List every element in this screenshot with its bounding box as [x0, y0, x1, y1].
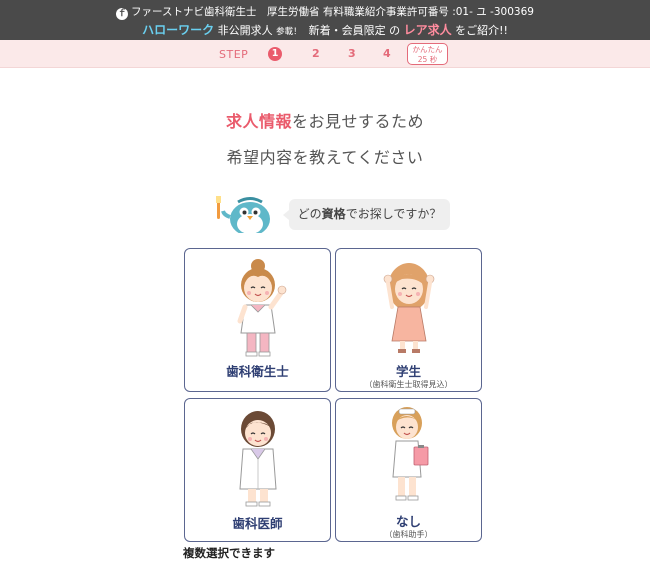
question-bubble: どの資格でお探しですか？: [283, 199, 450, 230]
question-pre: どの: [297, 207, 322, 221]
headline-line2: 希望内容を教えてください: [226, 148, 424, 167]
headline-rest: をお見せするため: [292, 112, 425, 131]
step-3: 3: [348, 47, 356, 60]
dentist-illustration-icon: [239, 411, 277, 507]
dental-assistant-illustration-icon: [392, 407, 429, 501]
option-sublabel: （歯科助手）: [384, 530, 433, 539]
option-sublabel: （歯科衛生士取得見込）: [364, 380, 453, 389]
company-license-text: ファーストナビ歯科衛生士 厚生労働省 有料職業紹介事業許可番号 :01- ユ -…: [131, 6, 534, 18]
promo-line: ハローワーク 非公開求人 参載！ 新着・会員限定 の レア求人 をご紹介!!: [0, 21, 650, 38]
hellowork-text: ハローワーク: [142, 23, 215, 37]
option-student[interactable]: 学生 （歯科衛生士取得見込）: [335, 248, 482, 392]
option-label: なし: [395, 514, 421, 529]
option-dentist[interactable]: 歯科医師: [184, 398, 331, 542]
time-badge: かんたん 25 秒: [407, 43, 448, 65]
intro-text: をご紹介!!: [455, 24, 508, 37]
time-badge-line1: かんたん: [412, 45, 443, 54]
joined-text: 参載！: [276, 27, 302, 37]
option-dental-hygienist[interactable]: 歯科衛生士: [184, 248, 331, 392]
headline-highlight: 求人情報: [225, 112, 292, 131]
step-current: 1: [268, 47, 282, 61]
question-post: でお探しですか？: [345, 207, 442, 221]
option-none[interactable]: なし （歯科助手）: [335, 398, 482, 542]
step-4: 4: [383, 47, 391, 60]
limited-text: 新着・会員限定 の: [308, 24, 401, 37]
option-label: 学生: [395, 364, 421, 379]
step-label: STEP: [219, 48, 249, 61]
firstnavi-logo-icon: ｆ: [116, 8, 129, 20]
step-2: 2: [312, 47, 320, 60]
mascot-bird-icon: [216, 196, 270, 233]
time-badge-line2: 25 秒: [417, 54, 438, 64]
step-progress-bar: STEP 1 2 3 4 かんたん 25 秒: [0, 40, 650, 68]
dental-hygienist-illustration-icon: [237, 259, 287, 357]
question-strong: 資格: [321, 207, 346, 221]
company-info: ｆ ファーストナビ歯科衛生士 厚生労働省 有料職業紹介事業許可番号 :01- ユ …: [0, 4, 650, 20]
student-illustration-icon: [383, 263, 435, 353]
option-label: 歯科衛生士: [226, 364, 289, 379]
rare-jobs-text: レア求人: [403, 23, 452, 37]
nonpublic-text: 非公開求人: [217, 24, 273, 37]
option-label: 歯科医師: [232, 516, 283, 531]
top-banner: ｆ ファーストナビ歯科衛生士 厚生労働省 有料職業紹介事業許可番号 :01- ユ …: [0, 0, 650, 40]
headline-line1: 求人情報をお見せするため: [0, 108, 650, 132]
